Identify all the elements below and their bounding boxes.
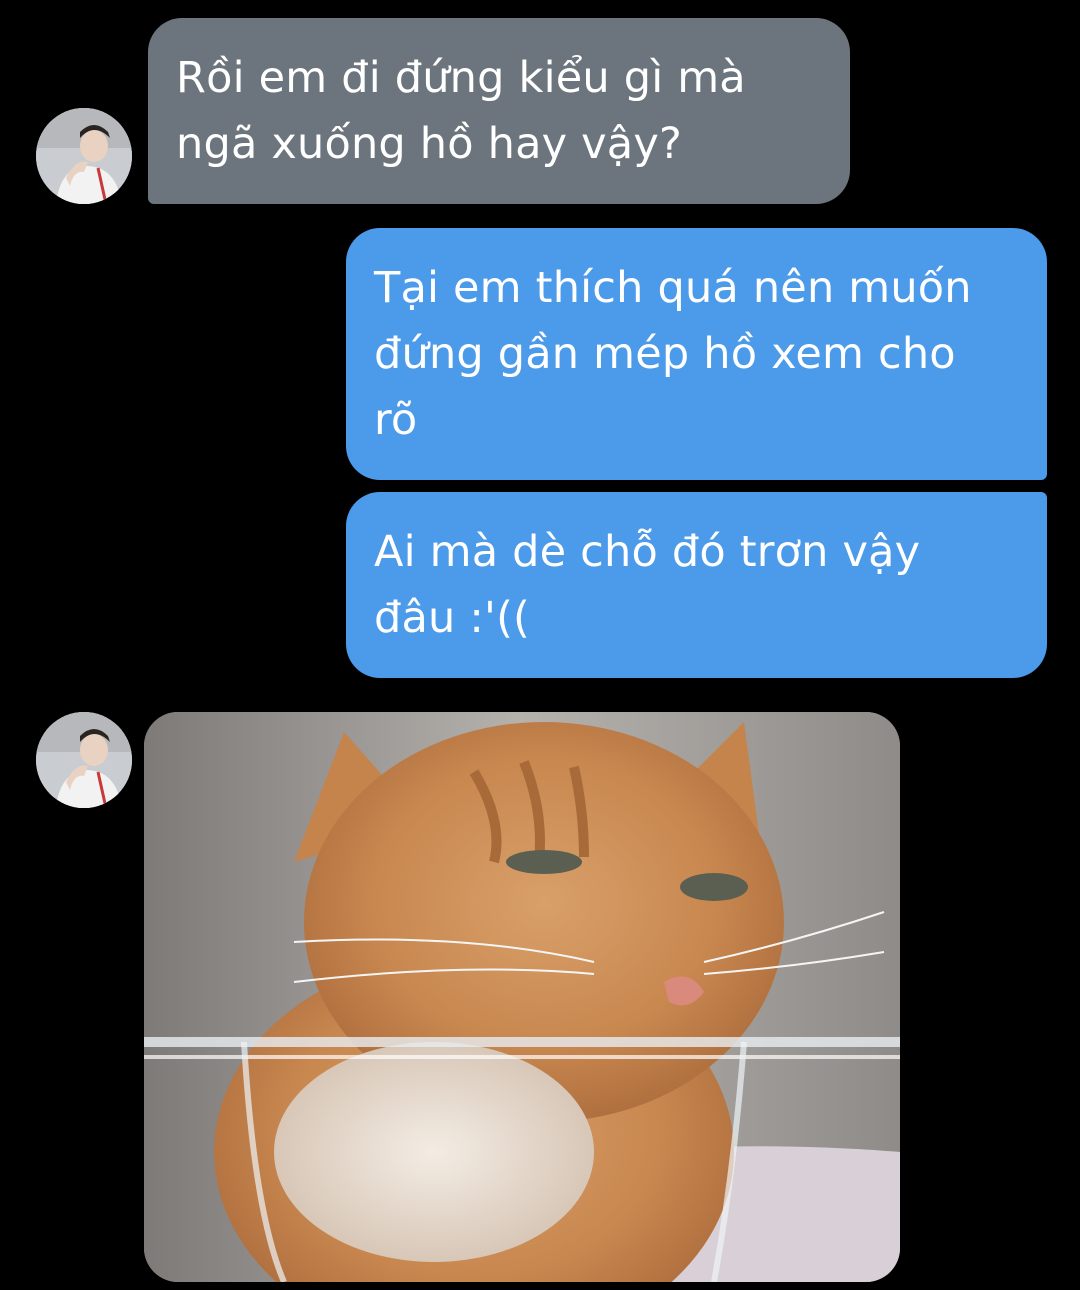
cat-meme-image xyxy=(144,712,900,1282)
image-message[interactable] xyxy=(144,712,900,1282)
outgoing-message[interactable]: Ai mà dè chỗ đó trơn vậy đâu :'(( xyxy=(346,492,1047,678)
incoming-message[interactable]: Rồi em đi đứng kiểu gì mà ngã xuống hồ h… xyxy=(148,18,850,204)
contact-avatar[interactable] xyxy=(36,712,132,808)
outgoing-message[interactable]: Tại em thích quá nên muốn đứng gần mép h… xyxy=(346,228,1047,480)
avatar-photo xyxy=(36,712,132,808)
contact-avatar[interactable] xyxy=(36,108,132,204)
avatar-photo xyxy=(36,108,132,204)
